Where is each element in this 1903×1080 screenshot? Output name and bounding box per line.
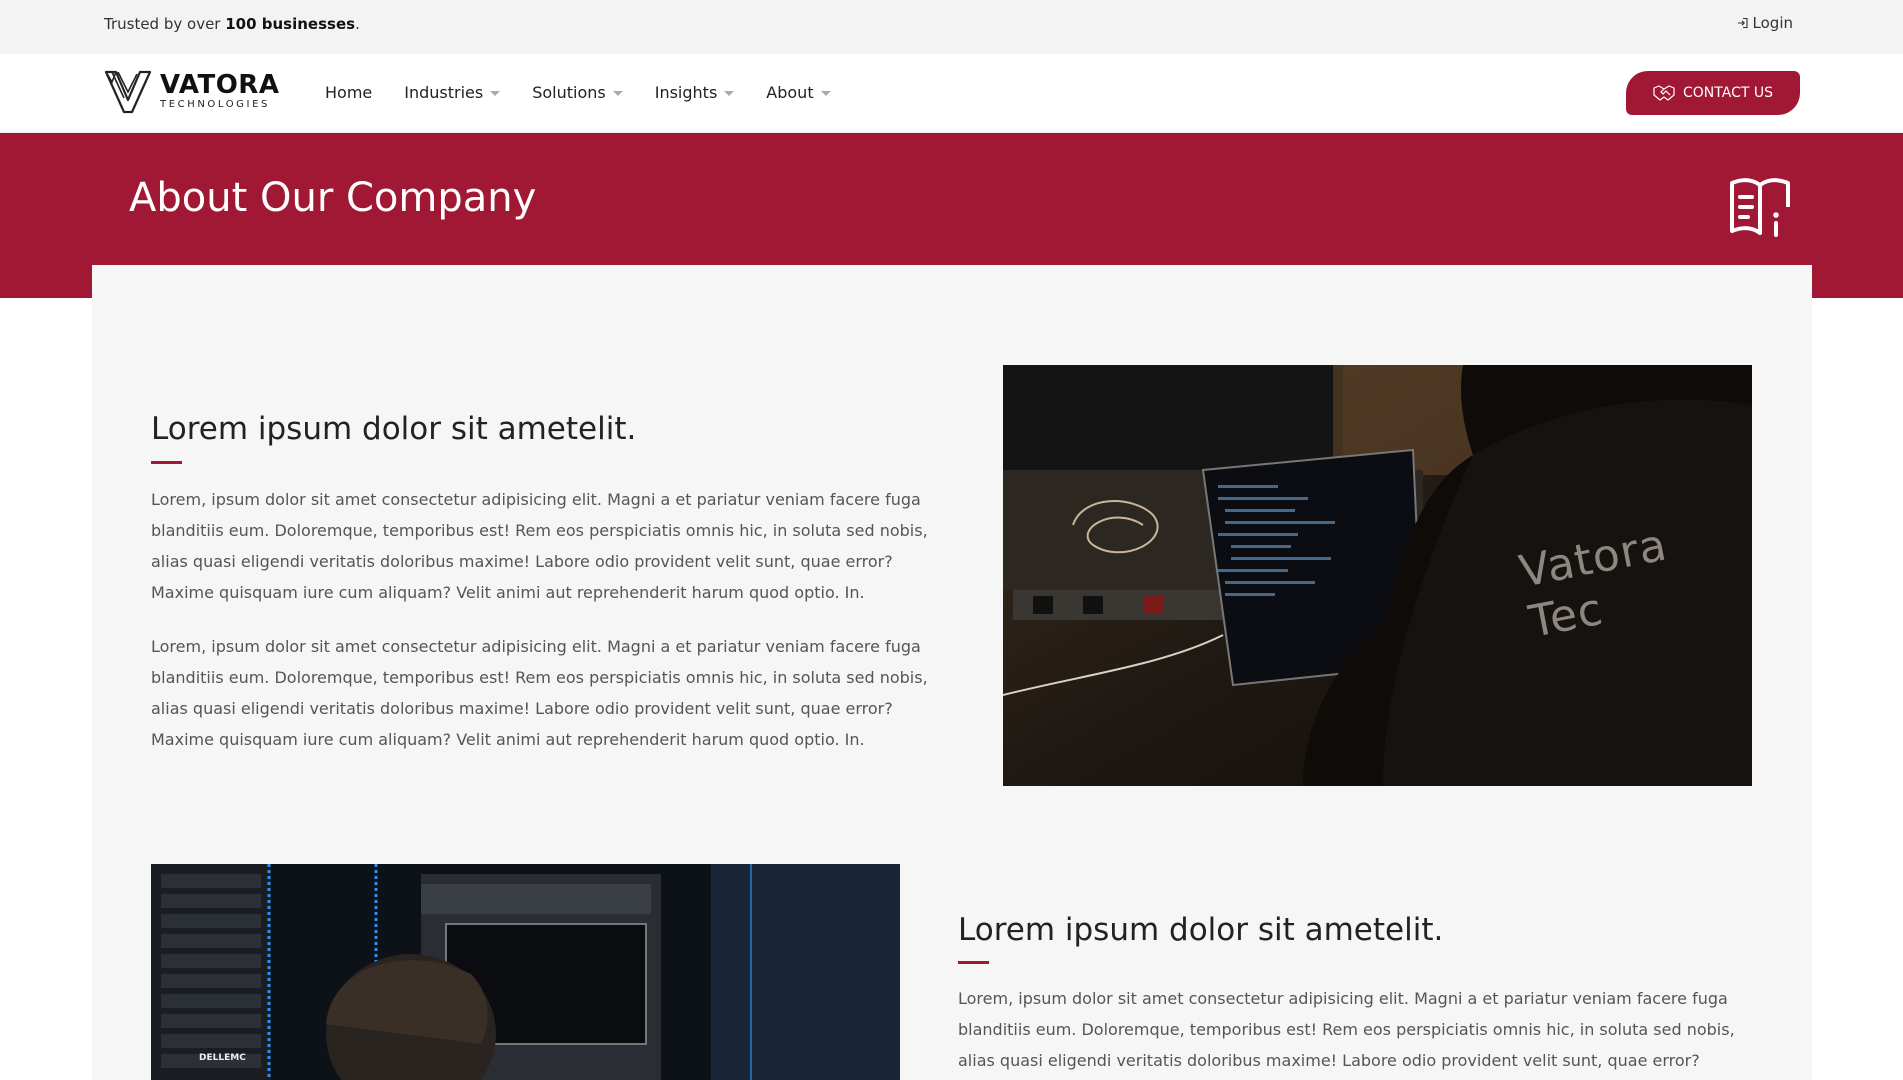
section-2-paragraph-1: Lorem, ipsum dolor sit amet consectetur … (958, 989, 1735, 1070)
section-1-paragraph-1: Lorem, ipsum dolor sit amet consectetur … (151, 490, 928, 602)
logo[interactable]: VATORA TECHNOLOGIES (104, 68, 279, 114)
nav-industries-label: Industries (404, 83, 484, 102)
chevron-down-icon (820, 91, 831, 96)
login-icon (1737, 17, 1748, 29)
contact-us-label: CONTACT US (1683, 85, 1773, 101)
logo-subtitle: TECHNOLOGIES (160, 99, 270, 110)
section-2-underline (958, 961, 989, 964)
login-label: Login (1752, 14, 1793, 32)
nav-insights[interactable]: Insights (655, 83, 735, 102)
nav-about[interactable]: About (766, 83, 831, 102)
server-room-photo: DELLEMC (151, 864, 900, 1080)
developer-photo: Vatora Tec (1003, 365, 1752, 786)
nav-home[interactable]: Home (325, 83, 372, 102)
book-info-icon (1730, 178, 1790, 237)
top-bar: Trusted by over 100 businesses. Login (0, 0, 1903, 54)
trust-suffix: . (355, 15, 360, 33)
nav-insights-label: Insights (654, 83, 718, 102)
server-brand-label: DELLEMC (199, 1053, 246, 1063)
vatora-logo-icon (104, 70, 152, 114)
nav-solutions-label: Solutions (532, 83, 606, 102)
contact-us-button[interactable]: CONTACT US (1626, 71, 1800, 115)
chevron-down-icon (724, 91, 735, 96)
login-link[interactable]: Login (1737, 14, 1793, 32)
section-1-underline (151, 461, 182, 464)
trust-prefix: Trusted by over (104, 15, 226, 33)
nav-industries[interactable]: Industries (404, 83, 501, 102)
page-title: About Our Company (129, 175, 537, 221)
nav-about-label: About (766, 83, 814, 102)
section-1-title: Lorem ipsum dolor sit ametelit. (151, 411, 637, 447)
main-navbar: VATORA TECHNOLOGIES Home Industries Solu… (0, 54, 1903, 133)
nav-solutions[interactable]: Solutions (532, 83, 623, 102)
chevron-down-icon (490, 91, 501, 96)
handshake-icon (1653, 85, 1675, 101)
chevron-down-icon (612, 91, 623, 96)
trust-statement: Trusted by over 100 businesses. (104, 15, 360, 33)
logo-name: VATORA (160, 70, 280, 100)
content-panel: Lorem ipsum dolor sit ametelit. Lorem, i… (92, 265, 1812, 1080)
trust-count: 100 businesses (225, 15, 356, 33)
section-2-title: Lorem ipsum dolor sit ametelit. (958, 912, 1444, 948)
nav-home-label: Home (325, 83, 373, 102)
section-1-paragraph-2: Lorem, ipsum dolor sit amet consectetur … (151, 637, 928, 749)
main-menu: Home Industries Solutions Insights About (325, 83, 831, 102)
